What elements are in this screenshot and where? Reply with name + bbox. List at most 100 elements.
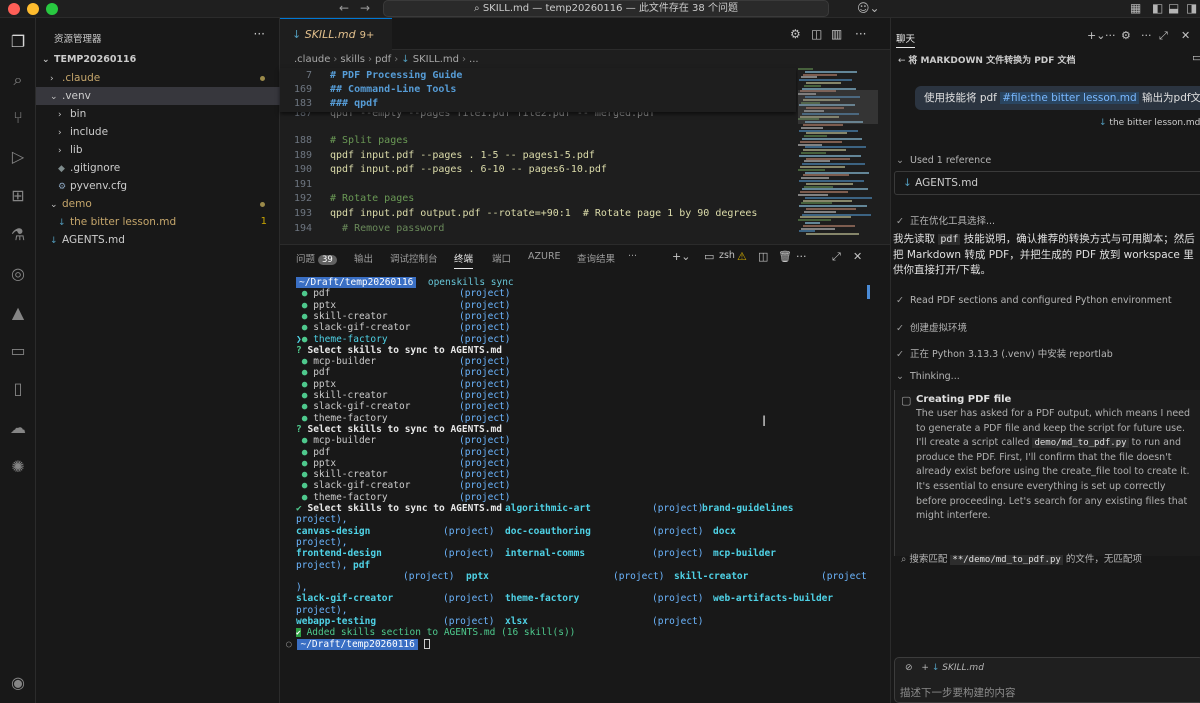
maximize-icon[interactable]: ⤢ [1159, 29, 1168, 43]
tree-item-agents[interactable]: ↓ AGENTS.md [36, 231, 280, 249]
toggle-panel-icon[interactable]: ⬓ [1168, 1, 1179, 15]
toggle-secondary-sidebar-icon[interactable]: ◨ [1186, 1, 1197, 15]
remote-explorer-icon[interactable]: ▭ [8, 341, 28, 360]
step-item[interactable]: ✓ Read PDF sections and configured Python… [896, 295, 1172, 306]
source-control-icon[interactable]: ⑂ [8, 108, 28, 127]
add-terminal-icon[interactable]: +⌄ [672, 250, 690, 263]
azure-icon[interactable]: ▲ [8, 303, 28, 322]
tree-item-bin[interactable]: › bin [36, 105, 280, 123]
breadcrumb-item[interactable]: SKILL.md [413, 54, 459, 65]
command-center[interactable]: ⌕ SKILL.md — temp20260116 — 此文件存在 38 个问题 [383, 0, 829, 17]
breadcrumb-item[interactable]: .claude [294, 54, 330, 65]
breadcrumb-item[interactable]: ... [469, 54, 479, 65]
gear-icon[interactable]: ⚙ [1121, 29, 1131, 42]
split-editor-icon[interactable]: ▥ [831, 27, 842, 41]
step-item[interactable]: ✓ 创建虚拟环境 [896, 320, 967, 334]
tab-debug-console[interactable]: 调试控制台 [390, 251, 438, 265]
account-icon[interactable]: ◉ [8, 673, 28, 692]
skill-name: pptx [466, 570, 489, 582]
openai-icon[interactable]: ✺ [8, 457, 28, 476]
terminal-scrollbar[interactable] [867, 285, 870, 299]
tab-terminal[interactable]: 终端 [454, 251, 474, 269]
code-line[interactable]: 190 qpdf input.pdf --pages . 6-10 -- page… [280, 163, 607, 177]
testing-icon[interactable]: ⚗ [8, 225, 28, 244]
edit-icon[interactable]: ▭ [1192, 51, 1200, 64]
layout-icon[interactable]: ▦ [1130, 1, 1141, 15]
code-line[interactable]: 194 # Remove password [280, 222, 444, 236]
new-chat-icon[interactable]: +⌄ [1087, 29, 1105, 42]
tree-item-demo[interactable]: ⌄ demo [36, 195, 280, 213]
more-actions-icon[interactable]: ··· [1105, 29, 1116, 42]
file-reference-chip[interactable]: #file:the bitter lesson.md [1000, 92, 1139, 104]
bottom-panel: 问题 39 输出 调试控制台 终端 端口 AZURE 查询结果 ··· +⌄ ▭ … [280, 244, 890, 703]
terminal-shell-label[interactable]: zsh [719, 250, 735, 261]
warning-icon[interactable]: ⚠ [737, 250, 747, 263]
tab-azure[interactable]: AZURE [528, 251, 561, 262]
close-window-button[interactable] [8, 3, 20, 15]
open-preview-icon[interactable]: ◫ [811, 27, 822, 41]
more-actions-icon[interactable]: ··· [1141, 29, 1152, 42]
more-actions-icon[interactable]: ··· [254, 27, 265, 41]
tree-item-lib[interactable]: › lib [36, 141, 280, 159]
attach-icon[interactable]: ⊘ [905, 663, 913, 673]
chat-input-placeholder[interactable]: 描述下一步要构建的内容 [900, 685, 1016, 700]
maximize-window-button[interactable] [46, 3, 58, 15]
toggle-sidebar-icon[interactable]: ◧ [1152, 1, 1163, 15]
book-icon[interactable]: ▯ [8, 379, 28, 398]
search-icon[interactable]: ⌕ [8, 70, 28, 90]
tree-item-include[interactable]: › include [36, 123, 280, 141]
used-references-toggle[interactable]: ⌄ Used 1 reference [896, 155, 991, 166]
copilot-icon[interactable]: ☺⌄ [857, 1, 880, 15]
cloud-icon[interactable]: ☁ [8, 418, 28, 437]
sticky-line[interactable]: 7 # PDF Processing Guide [280, 69, 462, 83]
breadcrumb-item[interactable]: skills [340, 54, 365, 65]
code-line[interactable]: 191 [280, 178, 330, 192]
tree-item-claude[interactable]: › .claude [36, 69, 280, 87]
copilot-icon[interactable]: ⚙ [790, 27, 801, 41]
trash-icon[interactable]: 🗑 [778, 250, 792, 263]
step-item[interactable]: ✓ 正在 Python 3.13.3 (.venv) 中安装 reportlab [896, 346, 1113, 360]
workspace-root[interactable]: ⌄ TEMP20260116 [36, 51, 280, 69]
minimap[interactable] [798, 68, 878, 244]
close-icon[interactable]: ✕ [1181, 29, 1190, 42]
chat-session-title[interactable]: ← 将 MARKDOWN 文件转换为 PDF 文档 [898, 53, 1076, 66]
reference-item[interactable]: ↓ AGENTS.md [894, 171, 1200, 195]
tree-item-venv[interactable]: ⌄ .venv [36, 87, 280, 105]
files-icon[interactable]: ❐ [8, 32, 28, 51]
close-icon[interactable]: ✕ [853, 250, 862, 263]
tab-query-results[interactable]: 查询结果 [577, 251, 615, 265]
arrow-left-icon[interactable]: ← [339, 1, 349, 15]
arrow-right-icon[interactable]: → [360, 1, 370, 15]
tree-item-gitignore[interactable]: ◆ .gitignore [36, 159, 280, 177]
more-actions-icon[interactable]: ··· [796, 250, 807, 263]
tree-item-bitter-lesson[interactable]: ↓ the bitter lesson.md 1 [36, 213, 280, 231]
breadcrumb-item[interactable]: pdf [375, 54, 391, 65]
user-attachment[interactable]: ↓ the bitter lesson.md [1099, 118, 1200, 128]
extensions-icon[interactable]: ⊞ [8, 186, 28, 205]
minimap-slider[interactable] [798, 90, 878, 124]
code-line[interactable]: 188 # Split pages [280, 134, 408, 148]
tab-ports[interactable]: 端口 [492, 251, 511, 265]
more-tabs-icon[interactable]: ··· [628, 251, 637, 262]
arrow-left-icon[interactable]: ← [898, 56, 908, 66]
sticky-line[interactable]: 169 ## Command-Line Tools [280, 83, 457, 97]
maximize-panel-icon[interactable]: ⤢ [832, 250, 841, 264]
code-line[interactable]: 189 qpdf input.pdf --pages . 1-5 -- pages… [280, 149, 595, 163]
chat-input[interactable]: ⊘ + ↓ SKILL.md 描述下一步要构建的内容 [894, 657, 1200, 703]
minimize-window-button[interactable] [27, 3, 39, 15]
terminal-icon[interactable]: ▭ [704, 250, 714, 263]
split-terminal-icon[interactable]: ◫ [758, 250, 768, 263]
run-debug-icon[interactable]: ▷ [8, 147, 28, 166]
context-file-chip[interactable]: SKILL.md [942, 663, 984, 673]
tree-item-pyvenv[interactable]: ⚙ pyvenv.cfg [36, 177, 280, 195]
add-context-icon[interactable]: + [921, 663, 929, 673]
code-line[interactable]: 192 # Rotate pages [280, 192, 414, 206]
tab-skill-md[interactable]: ↓ SKILL.md 9+ [280, 18, 392, 50]
code-line[interactable]: 193 qpdf input.pdf output.pdf --rotate=+9… [280, 207, 758, 221]
thinking-toggle[interactable]: ⌄ Thinking... [896, 371, 960, 382]
tab-problems[interactable]: 问题 39 [296, 251, 337, 265]
more-actions-icon[interactable]: ··· [855, 27, 866, 41]
tab-output[interactable]: 输出 [354, 251, 373, 265]
github-icon[interactable]: ◎ [8, 264, 28, 283]
sticky-line[interactable]: 183 ### qpdf [280, 97, 378, 111]
